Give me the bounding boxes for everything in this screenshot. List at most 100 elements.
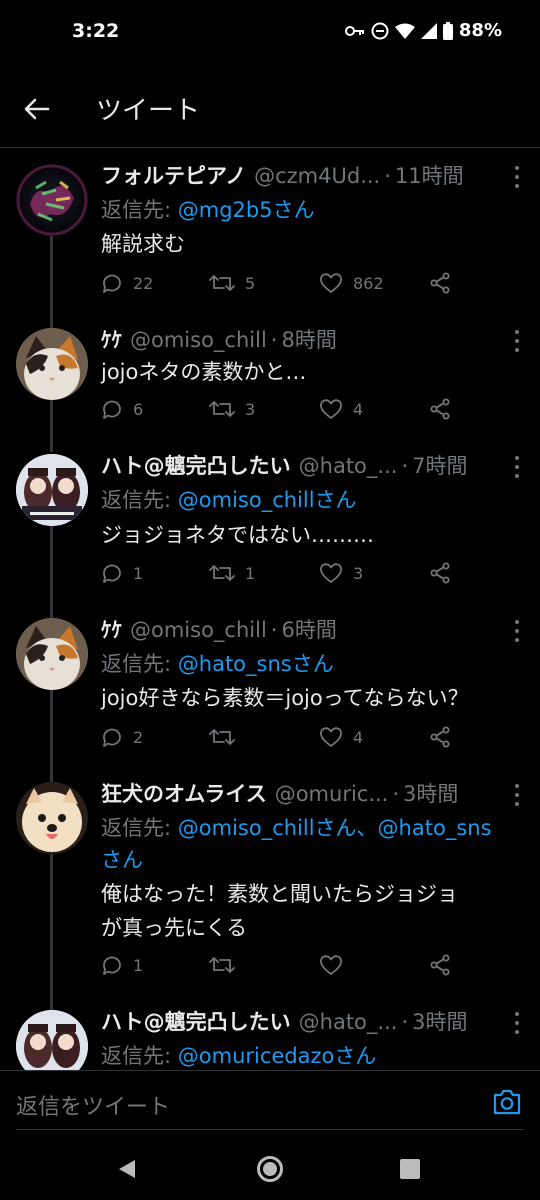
nav-home-button[interactable] bbox=[257, 1156, 283, 1182]
display-name[interactable]: ハト@魑完凸したい bbox=[101, 450, 291, 480]
display-name[interactable]: ｹｹ bbox=[101, 614, 122, 644]
tweet-actions: 2 4 bbox=[101, 726, 510, 756]
tweet-time: 8時間 bbox=[281, 328, 337, 352]
tweet-time: 11時間 bbox=[394, 164, 464, 188]
more-options-icon[interactable] bbox=[512, 784, 522, 806]
retweet-button[interactable] bbox=[209, 954, 245, 976]
reply-button[interactable]: 1 bbox=[101, 954, 143, 976]
vpn-key-icon bbox=[344, 25, 364, 36]
like-button[interactable] bbox=[319, 954, 353, 976]
mention-link[interactable]: @mg2b5さん bbox=[178, 198, 315, 222]
home-circle-icon bbox=[263, 1162, 277, 1176]
more-options-icon[interactable] bbox=[512, 620, 522, 642]
reply-prefix: 返信先: bbox=[101, 1044, 178, 1068]
retweet-count: 1 bbox=[245, 563, 256, 583]
avatar[interactable] bbox=[16, 618, 88, 690]
reply-button[interactable]: 22 bbox=[101, 272, 153, 294]
tweet-text: 俺はなった！素数と聞いたらジョジョ bbox=[101, 882, 458, 906]
avatar[interactable] bbox=[16, 328, 88, 400]
wifi-icon bbox=[394, 23, 415, 39]
share-button[interactable] bbox=[429, 726, 451, 748]
more-options-icon[interactable] bbox=[512, 456, 522, 478]
touhou-logo-image bbox=[16, 164, 88, 236]
separator: · bbox=[392, 782, 400, 806]
avatar[interactable] bbox=[16, 164, 88, 236]
nav-recents-button[interactable] bbox=[400, 1159, 420, 1179]
user-handle: @czm4Ud... bbox=[254, 164, 381, 188]
retweet-button[interactable]: 3 bbox=[209, 398, 255, 420]
reply-icon bbox=[103, 728, 121, 747]
reply-button[interactable]: 6 bbox=[101, 398, 143, 420]
user-handle: @omiso_chill bbox=[130, 328, 267, 352]
like-count: 4 bbox=[353, 727, 364, 747]
avatar[interactable] bbox=[16, 782, 88, 854]
share-button[interactable] bbox=[429, 954, 451, 976]
tweet[interactable]: ハト@魑完凸したい @hato_... · 3時間 返信先: @omuriced… bbox=[0, 1006, 540, 1070]
like-button[interactable]: 4 bbox=[319, 398, 363, 420]
like-button[interactable]: 4 bbox=[319, 726, 363, 748]
tweet[interactable]: ハト@魑完凸したい @hato_... · 7時間 返信先: @omiso_ch… bbox=[0, 450, 540, 610]
retweet-button[interactable] bbox=[209, 726, 245, 748]
calico-cat-image bbox=[16, 618, 88, 690]
display-name[interactable]: 狂犬のオムライス bbox=[101, 778, 267, 808]
more-options-icon[interactable] bbox=[512, 1012, 522, 1034]
share-button[interactable] bbox=[429, 272, 451, 294]
share-icon bbox=[430, 726, 450, 748]
separator: · bbox=[401, 1010, 409, 1034]
share-button[interactable] bbox=[429, 398, 451, 420]
battery-percent: 88% bbox=[458, 20, 502, 41]
battery-icon bbox=[442, 21, 453, 40]
retweet-button[interactable]: 1 bbox=[209, 562, 255, 584]
reply-context: 返信先: @omiso_chillさん、@hato_sns bbox=[101, 812, 520, 844]
reply-context-line2: さん bbox=[101, 844, 520, 876]
mention-link[interactable]: @hato_snsさん bbox=[178, 652, 334, 676]
reply-button[interactable]: 2 bbox=[101, 726, 143, 748]
display-name[interactable]: フォルテピアノ bbox=[101, 160, 246, 190]
camera-button[interactable] bbox=[492, 1089, 522, 1119]
like-button[interactable]: 3 bbox=[319, 562, 363, 584]
user-handle: @omuric... bbox=[274, 782, 389, 806]
display-name[interactable]: ｹｹ bbox=[101, 324, 122, 354]
nav-back-button[interactable] bbox=[116, 1158, 138, 1184]
tweet-time: 7時間 bbox=[412, 454, 468, 478]
tweet-time: 3時間 bbox=[403, 782, 459, 806]
separator: · bbox=[270, 618, 278, 642]
tweet[interactable]: フォルテピアノ @czm4Ud... · 11時間 返信先: @mg2b5さん … bbox=[0, 160, 540, 320]
arrow-left-icon bbox=[24, 98, 50, 120]
share-icon bbox=[430, 562, 450, 584]
avatar[interactable] bbox=[16, 454, 88, 526]
reply-composer: 返信をツイート bbox=[0, 1070, 540, 1140]
tweet-time: 3時間 bbox=[412, 1010, 468, 1034]
more-options-icon[interactable] bbox=[512, 166, 522, 188]
like-button[interactable]: 862 bbox=[319, 272, 384, 294]
reply-button[interactable]: 1 bbox=[101, 562, 143, 584]
reply-count: 2 bbox=[133, 727, 144, 747]
mention-link[interactable]: さん bbox=[101, 848, 143, 872]
retweet-count: 3 bbox=[245, 399, 256, 419]
tweet[interactable]: 狂犬のオムライス @omuric... · 3時間 返信先: @omiso_ch… bbox=[0, 778, 540, 1004]
mention-link[interactable]: @omiso_chillさん、@hato_sns bbox=[178, 816, 492, 840]
reply-count: 6 bbox=[133, 399, 144, 419]
mention-link[interactable]: @omiso_chillさん bbox=[178, 488, 357, 512]
back-button[interactable] bbox=[20, 92, 54, 126]
tweet[interactable]: ｹｹ @omiso_chill · 8時間 jojoネタの素数かと… 6 3 4 bbox=[0, 324, 540, 448]
reply-input[interactable]: 返信をツイート bbox=[16, 1089, 170, 1121]
display-name[interactable]: ハト@魑完凸したい bbox=[101, 1006, 291, 1036]
retweet-button[interactable]: 5 bbox=[209, 272, 255, 294]
status-icons: 88% bbox=[344, 20, 502, 41]
share-button[interactable] bbox=[429, 562, 451, 584]
heart-icon bbox=[320, 273, 342, 293]
tweet-actions: 6 3 4 bbox=[101, 398, 510, 428]
tweet[interactable]: ｹｹ @omiso_chill · 6時間 返信先: @hato_snsさん j… bbox=[0, 614, 540, 774]
reply-prefix: 返信先: bbox=[101, 816, 178, 840]
more-options-icon[interactable] bbox=[512, 330, 522, 352]
avatar[interactable] bbox=[16, 1010, 88, 1070]
reply-count: 1 bbox=[133, 955, 144, 975]
retweet-icon bbox=[209, 401, 235, 417]
heart-icon bbox=[320, 955, 342, 975]
user-handle: @hato_... bbox=[298, 1010, 398, 1034]
mention-link[interactable]: @omuricedazoさん bbox=[178, 1044, 377, 1068]
separator: · bbox=[401, 454, 409, 478]
reply-prefix: 返信先: bbox=[101, 652, 178, 676]
heart-icon bbox=[320, 563, 342, 583]
